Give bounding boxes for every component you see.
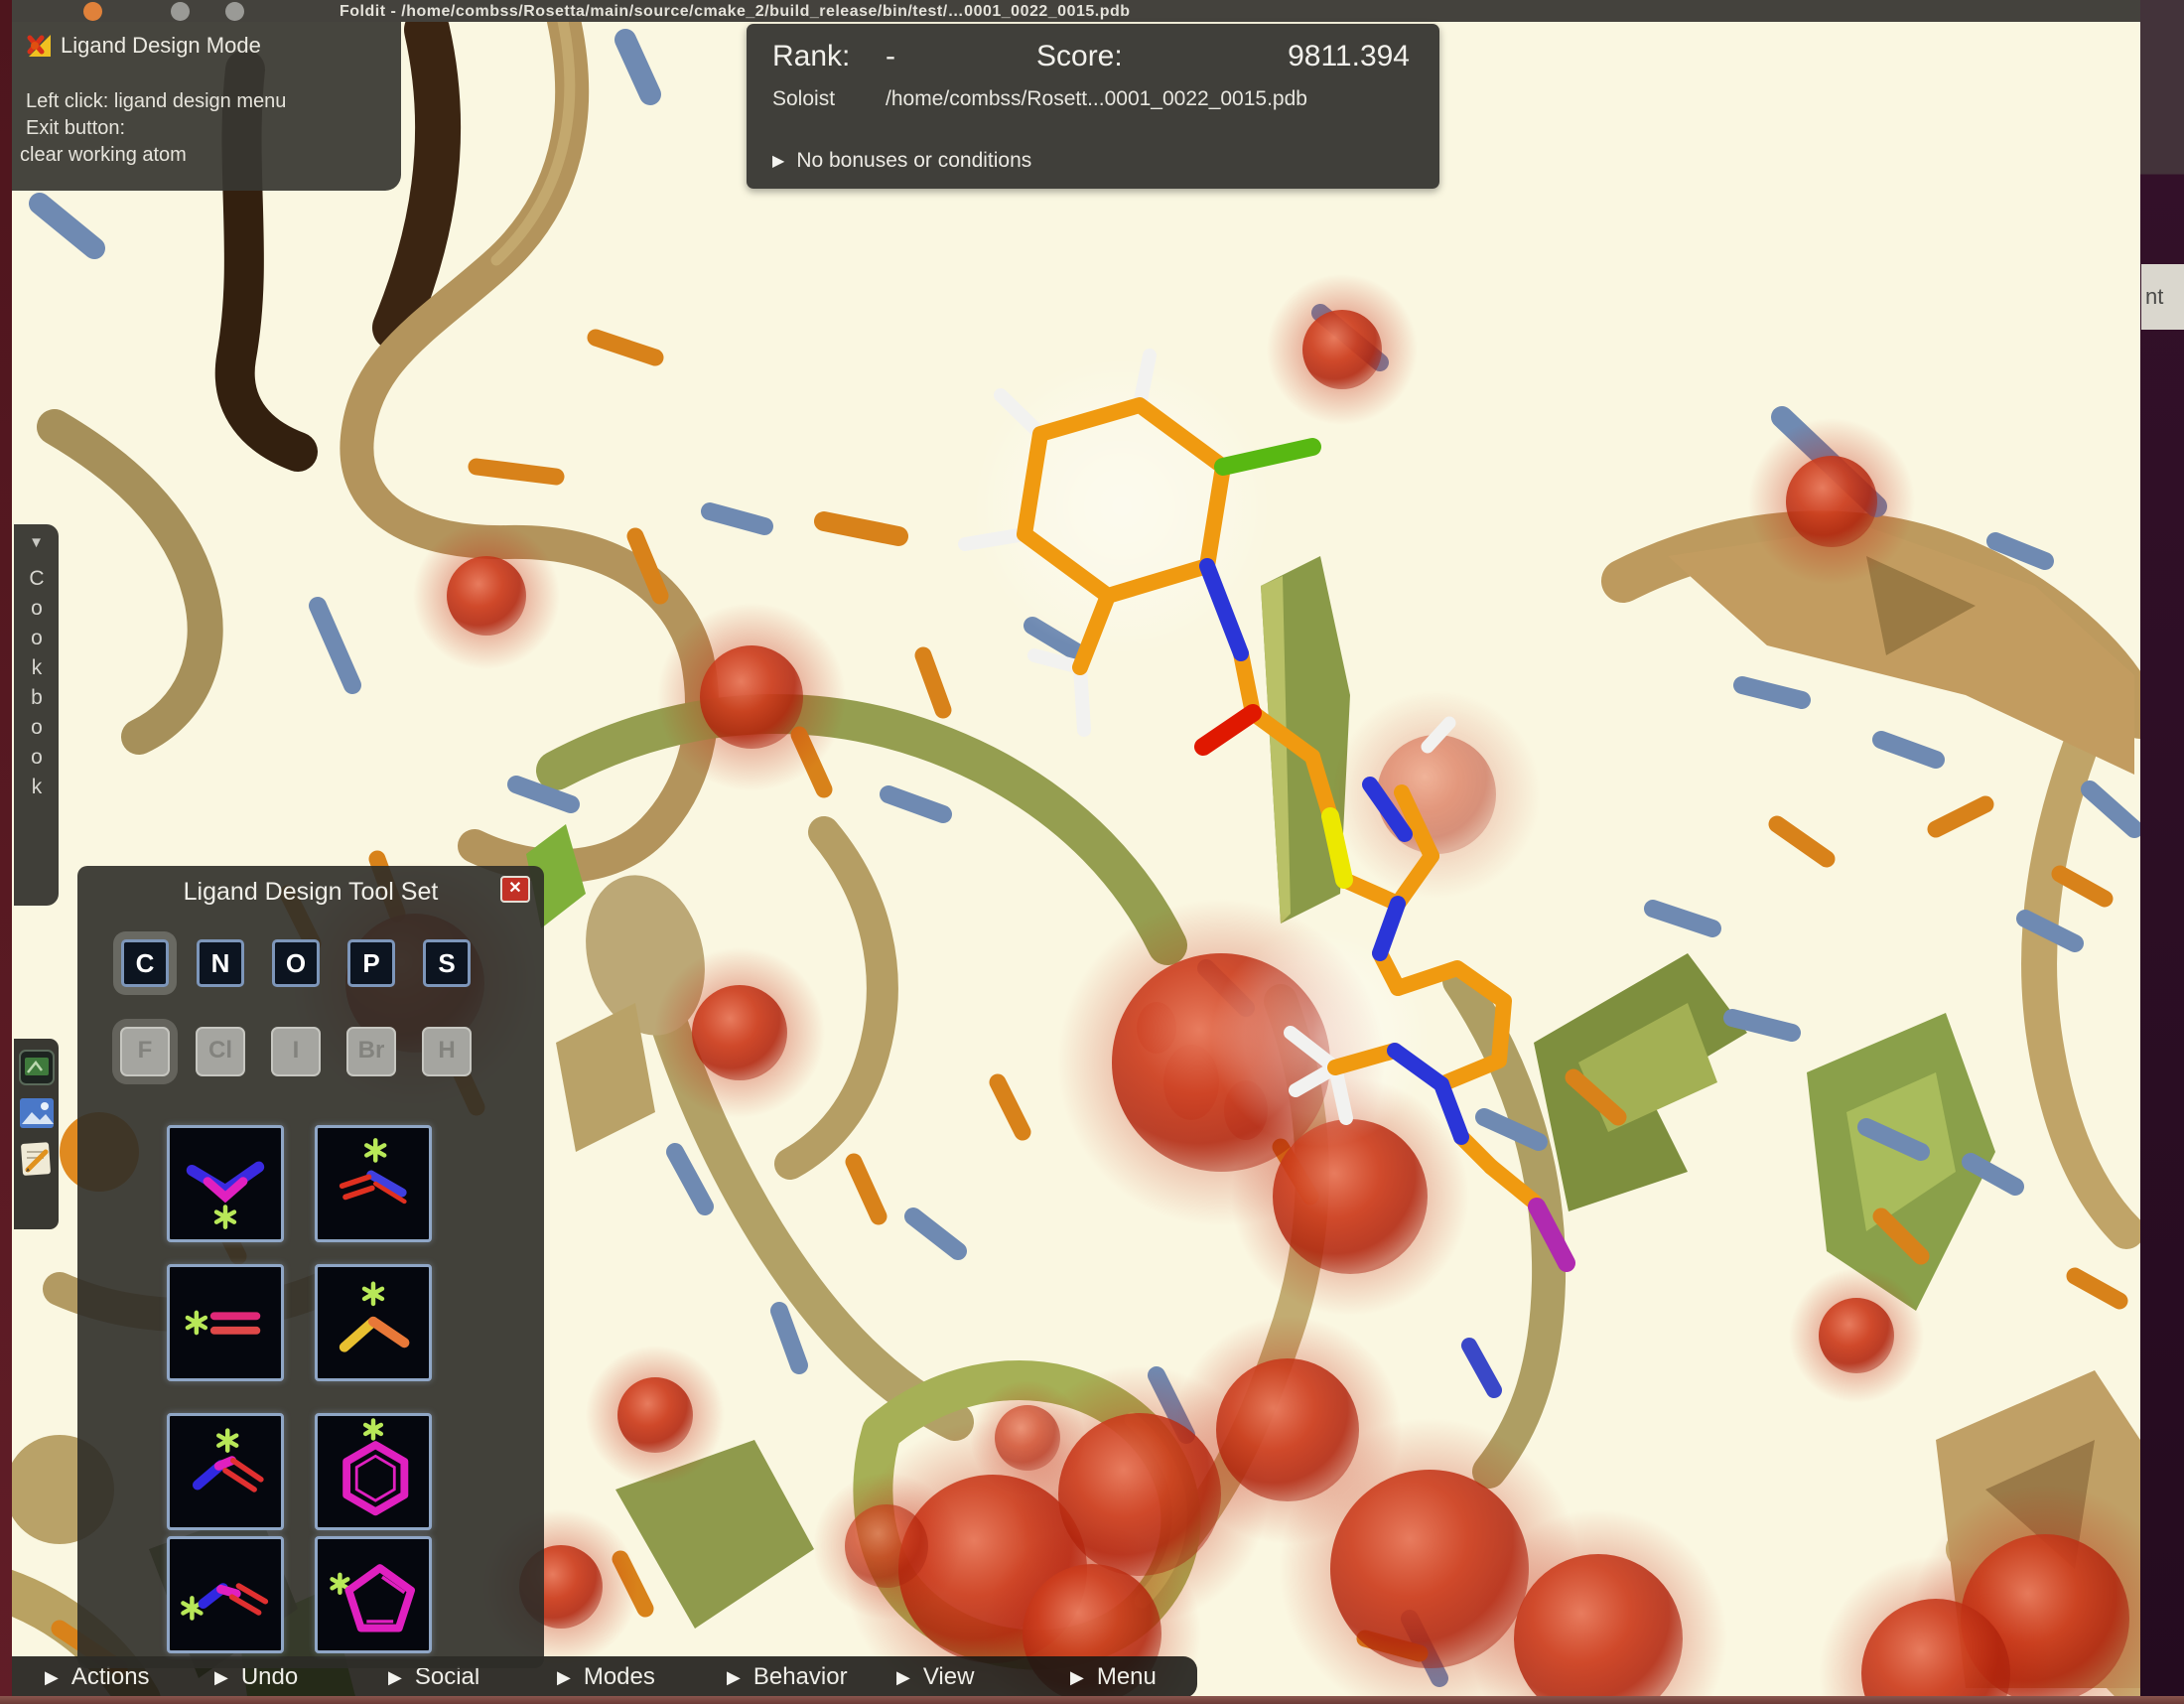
mode-title: Ligand Design Mode [61,33,261,59]
cookbook-label: Cookbook [25,567,49,805]
element-button-iodine[interactable]: I [271,1027,321,1076]
oxygen-atom [1203,713,1253,747]
menu-item-behavior[interactable]: ▶ Behavior [727,1656,848,1698]
triple-bond-tool-icon[interactable] [167,1264,284,1381]
element-button-sulfur[interactable]: S [423,939,471,987]
menu-triangle-icon: ▶ [1070,1667,1084,1688]
branched-carbon-tool-icon[interactable] [315,1264,432,1381]
menu-item-label: Menu [1097,1663,1157,1691]
element-button-nitrogen[interactable]: N [197,939,244,987]
element-button-carbon[interactable]: C [121,939,169,987]
background-window-tab[interactable]: nt [2141,264,2184,330]
cyclopentene-ring-tool-icon[interactable] [315,1536,432,1653]
chevron-down-icon: ▼ [29,534,44,551]
mode-help-line: Left click: ligand design menu [26,88,387,115]
element-button-fluorine[interactable]: F [120,1027,170,1076]
rank-value: - [886,40,895,73]
mode-help-line: Exit button: [26,115,387,142]
expand-triangle-icon: ▶ [772,151,784,171]
menu-triangle-icon: ▶ [388,1667,402,1688]
background-window-tab-label: nt [2145,284,2163,310]
window-minimize-button[interactable] [171,2,190,21]
ligand-highlight-glow [1211,928,1430,1147]
imine-nitrogen-tool-icon[interactable] [315,1125,432,1242]
window-titlebar: Foldit - /home/combss/Rosetta/main/sourc… [12,0,2140,22]
menu-item-modes[interactable]: ▶ Modes [557,1656,655,1698]
gallery-icon[interactable] [18,1094,56,1132]
element-button-phosphorus[interactable]: P [347,939,395,987]
window-border-right [2140,0,2184,1704]
menu-item-label: View [923,1663,975,1691]
score-value: 9811.394 [1288,40,1410,73]
score-label: Score: [1036,40,1123,73]
player-type: Soloist [772,87,835,111]
rank-label: Rank: [772,40,850,73]
menu-item-label: Modes [584,1663,655,1691]
window-border-bottom [0,1696,2184,1704]
menu-triangle-icon: ▶ [214,1667,228,1688]
menu-item-label: Behavior [753,1663,848,1691]
branched-nitrogen-tool-icon[interactable] [167,1125,284,1242]
window-maximize-button[interactable] [225,2,244,21]
alkene-chain-tool-icon[interactable] [167,1536,284,1653]
menu-item-menu[interactable]: ▶ Menu [1070,1656,1157,1698]
element-button-chlorine[interactable]: Cl [196,1027,245,1076]
element-button-oxygen[interactable]: O [272,939,320,987]
side-toolbar [14,1039,59,1229]
tool-panel-title: Ligand Design Tool Set [77,878,544,907]
menu-triangle-icon: ▶ [45,1667,59,1688]
element-button-hydrogen[interactable]: H [422,1027,472,1076]
menu-triangle-icon: ▶ [557,1667,571,1688]
puzzle-file-path: /home/combss/Rosett...0001_0022_0015.pdb [886,87,1307,111]
window-title: Foldit - /home/combss/Rosetta/main/sourc… [340,3,1131,21]
notes-icon[interactable] [18,1140,56,1178]
benzene-ring-tool-icon[interactable] [315,1413,432,1530]
ligand-design-mode-panel: Ligand Design Mode Left click: ligand de… [12,22,401,191]
menu-item-view[interactable]: ▶ View [896,1656,974,1698]
mode-help-line: clear working atom [20,142,387,169]
close-icon[interactable]: ✕ [500,876,530,903]
alkene-amine-tool-icon[interactable] [167,1413,284,1530]
conditions-row[interactable]: ▶ No bonuses or conditions [772,149,1031,173]
conditions-text: No bonuses or conditions [796,149,1031,173]
score-panel: Rank: - Score: 9811.394 Soloist /home/co… [747,24,1439,189]
element-button-bromine[interactable]: Br [346,1027,396,1076]
cookbook-tab[interactable]: ▼ Cookbook [14,524,59,906]
ligand-design-tool-set-panel: Ligand Design Tool Set ✕ C N O P S F Cl … [77,866,544,1668]
window-border-left [0,0,12,1704]
window-close-button[interactable] [83,2,102,21]
menu-triangle-icon: ▶ [727,1667,741,1688]
foldit-logo-icon [26,32,53,59]
screenshot-icon[interactable] [18,1049,56,1086]
menu-triangle-icon: ▶ [896,1667,910,1688]
